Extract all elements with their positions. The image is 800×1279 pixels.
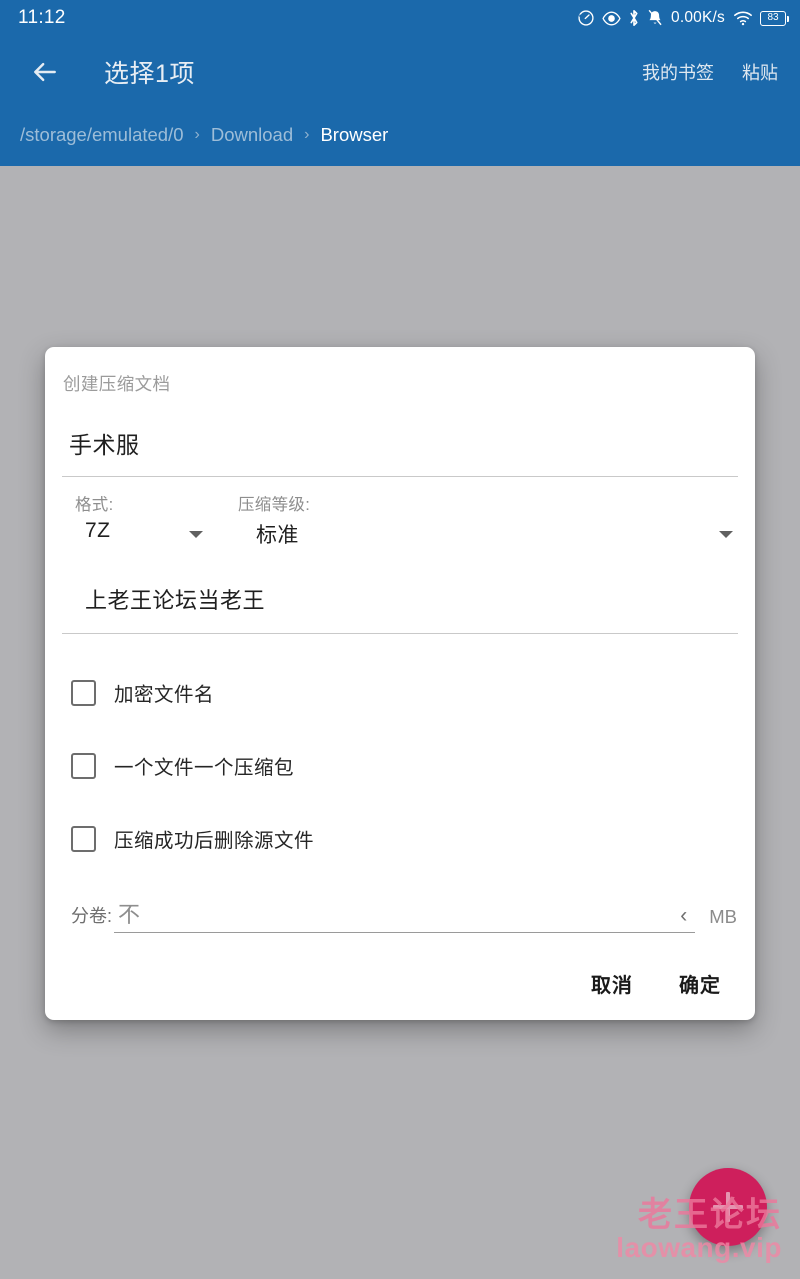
speedometer-icon	[577, 9, 595, 27]
format-select[interactable]: 格式: 7Z	[61, 491, 221, 549]
status-bar: 11:12 0.00K/s 83	[0, 0, 800, 36]
network-speed-label: 0.00K/s	[671, 9, 725, 26]
confirm-button[interactable]: 确定	[679, 969, 721, 998]
wifi-icon	[733, 10, 753, 26]
options-checkbox-list: 加密文件名 一个文件一个压缩包 压缩成功后删除源文件	[45, 634, 755, 875]
dialog-title: 创建压缩文档	[63, 374, 171, 394]
chevron-right-icon: ›	[194, 126, 200, 143]
breadcrumb-item-download[interactable]: Download	[211, 124, 293, 146]
page-title: 选择1项	[104, 60, 195, 88]
watermark-line-2: laowang.vip	[616, 1231, 782, 1263]
breadcrumb: /storage/emulated/0 › Download › Browser	[0, 108, 800, 162]
arrow-left-icon[interactable]	[28, 55, 62, 89]
checkbox-encrypt-filenames[interactable]	[71, 679, 96, 706]
battery-level-label: 83	[767, 12, 779, 23]
add-fab-button[interactable]	[689, 1168, 767, 1246]
split-volume-value: 不	[118, 902, 141, 927]
chevron-down-icon[interactable]	[719, 531, 733, 538]
compression-level-select[interactable]: 压缩等级: 标准	[221, 491, 739, 549]
app-bar-top-row: 选择1项 我的书签 粘贴	[0, 36, 800, 108]
format-level-row: 格式: 7Z 压缩等级: 标准	[61, 477, 739, 559]
checkbox-delete-source-after[interactable]	[71, 825, 96, 852]
eye-icon	[602, 10, 621, 26]
chevron-left-icon[interactable]: ‹	[680, 905, 687, 929]
archive-name-input[interactable]: 手术服	[45, 396, 755, 476]
split-volume-label: 分卷:	[71, 906, 113, 926]
breadcrumb-item-browser[interactable]: Browser	[320, 124, 388, 146]
app-bar: 选择1项 我的书签 粘贴 /storage/emulated/0 › Downl…	[0, 36, 800, 166]
create-archive-dialog: 创建压缩文档 手术服 格式: 7Z 压缩等级: 标准 上老王论坛当老王 加密文件…	[45, 347, 755, 1020]
battery-icon: 83	[760, 10, 789, 26]
bluetooth-icon	[628, 9, 640, 27]
checkbox-row-encrypt-filenames[interactable]: 加密文件名	[45, 656, 755, 729]
plus-icon	[713, 1192, 743, 1222]
compression-level-value: 标准	[256, 524, 299, 547]
split-volume-input[interactable]: 不 ‹	[114, 897, 696, 933]
cancel-button[interactable]: 取消	[591, 969, 633, 998]
format-label: 格式:	[75, 496, 114, 514]
chevron-right-icon: ›	[304, 126, 310, 143]
split-volume-row: 分卷: 不 ‹ MB	[45, 875, 755, 933]
status-icons-group: 0.00K/s 83	[577, 9, 789, 27]
password-input[interactable]: 上老王论坛当老王	[61, 559, 739, 633]
checkbox-row-delete-source-after[interactable]: 压缩成功后删除源文件	[45, 802, 755, 875]
dialog-actions: 取消 确定	[45, 933, 755, 1006]
app-bar-actions: 我的书签 粘贴	[642, 59, 778, 85]
status-clock: 11:12	[18, 7, 66, 28]
checkbox-label: 压缩成功后删除源文件	[114, 830, 315, 852]
checkbox-one-archive-per-file[interactable]	[71, 752, 96, 779]
split-volume-unit: MB	[709, 906, 737, 927]
bell-muted-icon	[647, 9, 663, 27]
breadcrumb-item-root[interactable]: /storage/emulated/0	[20, 124, 184, 146]
checkbox-label: 一个文件一个压缩包	[114, 757, 295, 779]
checkbox-row-one-archive-per-file[interactable]: 一个文件一个压缩包	[45, 729, 755, 802]
chevron-down-icon[interactable]	[189, 531, 203, 538]
compression-level-label: 压缩等级:	[238, 496, 311, 514]
my-bookmarks-button[interactable]: 我的书签	[642, 59, 714, 85]
paste-button[interactable]: 粘贴	[742, 59, 778, 85]
checkbox-label: 加密文件名	[114, 684, 215, 706]
